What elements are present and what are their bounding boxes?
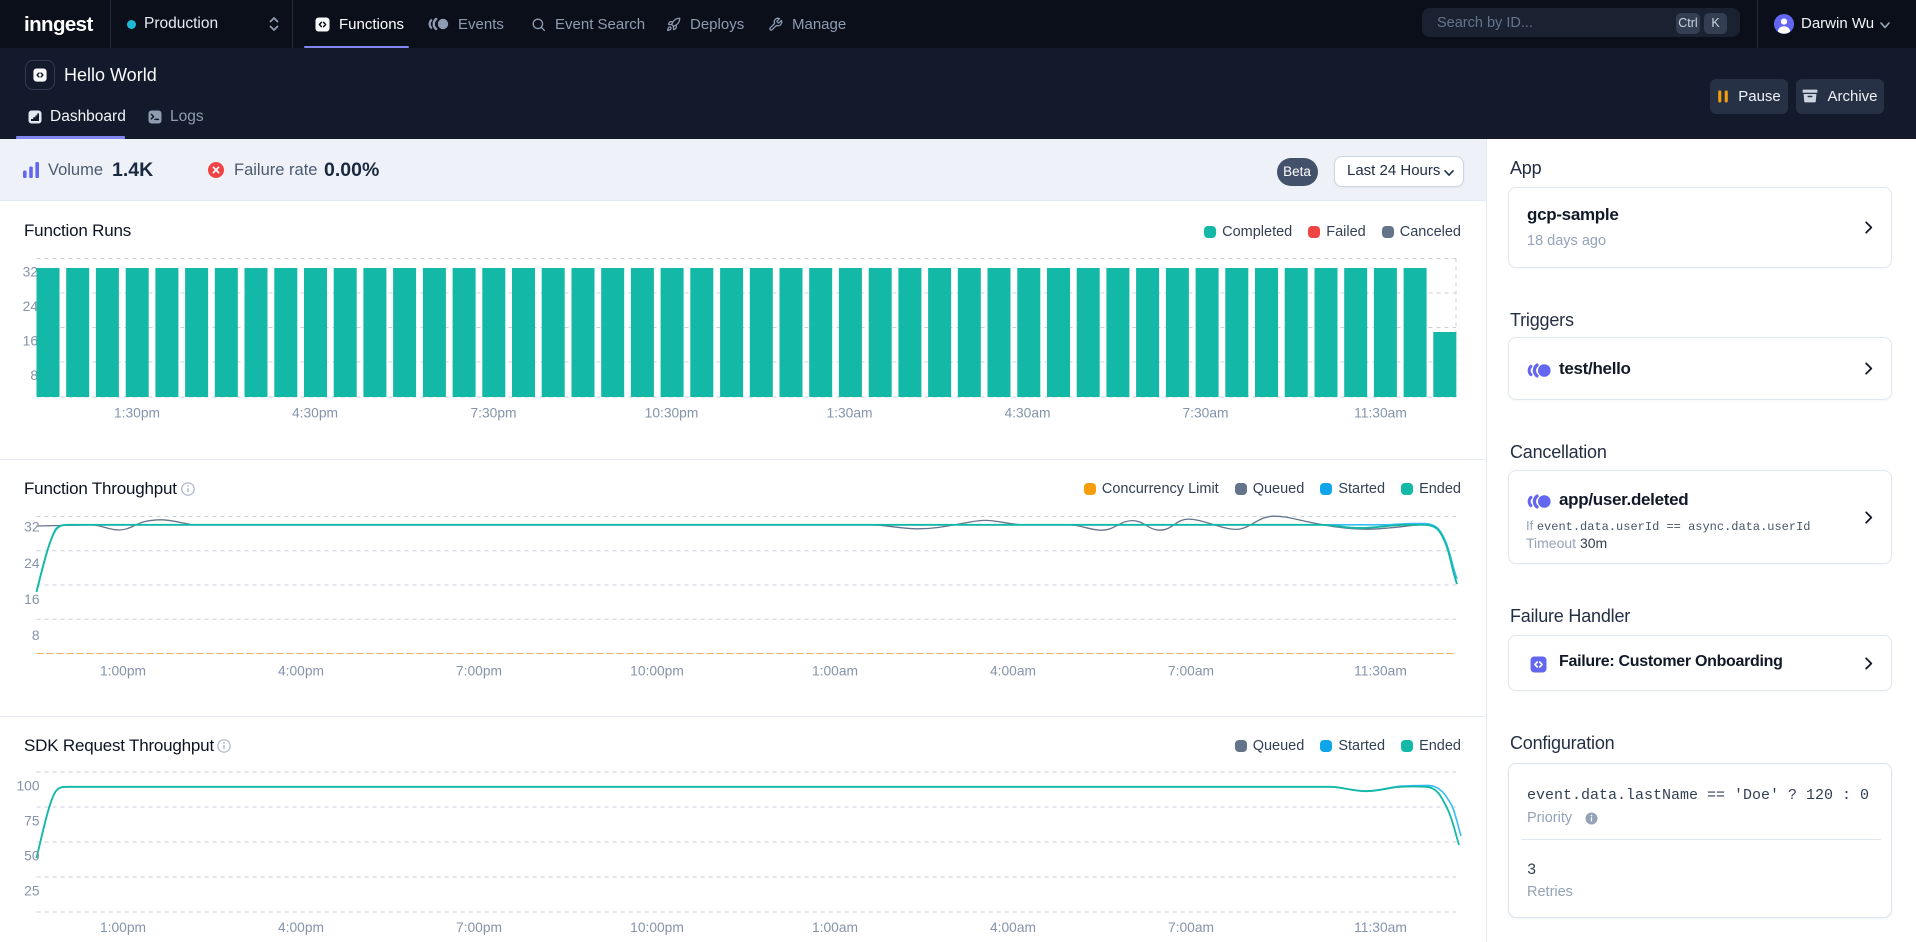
svg-text:10:30pm: 10:30pm xyxy=(645,406,699,421)
svg-text:1:30pm: 1:30pm xyxy=(114,406,160,421)
svg-text:1:00pm: 1:00pm xyxy=(100,664,146,679)
svg-text:7:00pm: 7:00pm xyxy=(456,664,502,679)
svg-text:16: 16 xyxy=(23,334,39,349)
svg-text:4:00pm: 4:00pm xyxy=(278,664,324,679)
svg-text:1:30am: 1:30am xyxy=(826,406,872,421)
svg-text:4:00am: 4:00am xyxy=(990,664,1036,679)
svg-text:11:30am: 11:30am xyxy=(1354,406,1407,421)
svg-text:7:30am: 7:30am xyxy=(1182,406,1228,421)
svg-text:25: 25 xyxy=(24,884,40,899)
svg-text:100: 100 xyxy=(16,779,39,794)
svg-text:11:30am: 11:30am xyxy=(1354,664,1407,679)
svg-text:11:30am: 11:30am xyxy=(1354,920,1407,935)
svg-text:7:00am: 7:00am xyxy=(1168,664,1214,679)
svg-text:7:00pm: 7:00pm xyxy=(456,920,502,935)
svg-text:75: 75 xyxy=(24,814,40,829)
svg-text:10:00pm: 10:00pm xyxy=(630,920,684,935)
svg-text:10:00pm: 10:00pm xyxy=(630,664,684,679)
svg-text:4:00am: 4:00am xyxy=(990,920,1036,935)
svg-text:1:00pm: 1:00pm xyxy=(100,920,146,935)
svg-text:24: 24 xyxy=(23,299,39,314)
svg-text:7:30pm: 7:30pm xyxy=(470,406,516,421)
svg-text:1:00am: 1:00am xyxy=(812,920,858,935)
svg-text:7:00am: 7:00am xyxy=(1168,920,1214,935)
svg-text:8: 8 xyxy=(32,628,40,643)
svg-text:4:00pm: 4:00pm xyxy=(278,920,324,935)
svg-text:32: 32 xyxy=(24,520,39,535)
svg-text:32: 32 xyxy=(23,265,38,280)
svg-text:24: 24 xyxy=(24,556,40,571)
svg-text:1:00am: 1:00am xyxy=(812,664,858,679)
svg-text:4:30pm: 4:30pm xyxy=(292,406,338,421)
svg-text:16: 16 xyxy=(24,592,40,607)
svg-text:4:30am: 4:30am xyxy=(1004,406,1050,421)
svg-text:50: 50 xyxy=(24,849,40,864)
